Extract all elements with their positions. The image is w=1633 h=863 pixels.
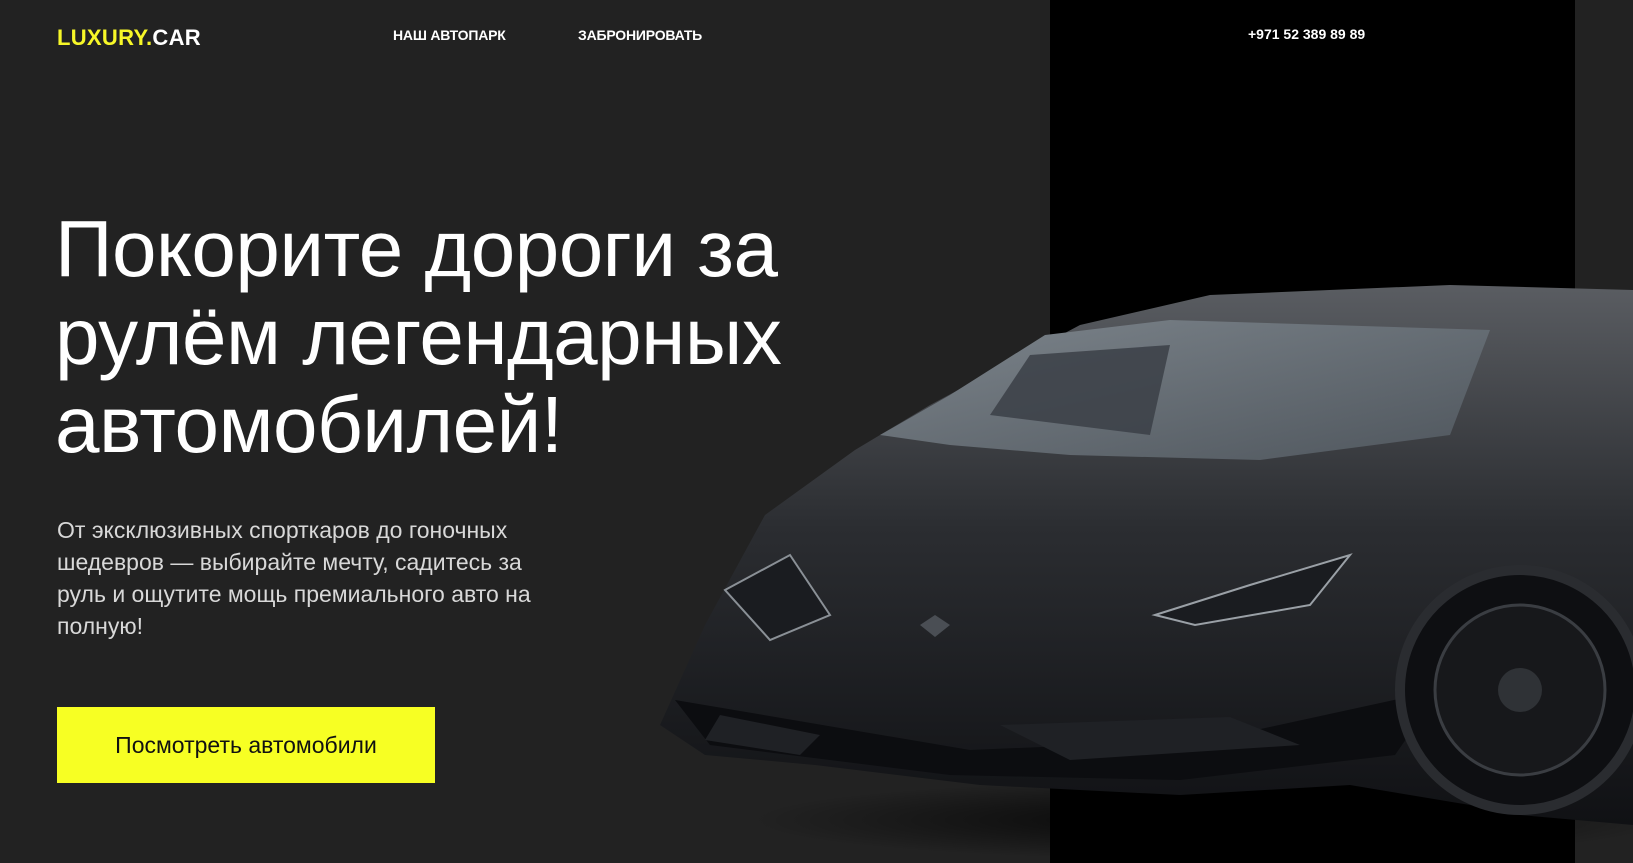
site-logo[interactable]: LUXURY.CAR — [57, 25, 201, 51]
hero-car-image — [660, 285, 1633, 860]
nav-link-fleet[interactable]: НАШ АВТОПАРК — [393, 27, 506, 43]
site-header: LUXURY.CAR НАШ АВТОПАРК ЗАБРОНИРОВАТЬ +9… — [0, 0, 1633, 75]
logo-brand: LUXURY. — [57, 25, 153, 50]
hero-subtitle: От эксклюзивных спорткаров до гоночных ш… — [57, 517, 531, 639]
phone-link[interactable]: +971 52 389 89 89 — [1248, 26, 1365, 42]
logo-tld: CAR — [152, 25, 201, 50]
nav-link-book[interactable]: ЗАБРОНИРОВАТЬ — [578, 27, 702, 43]
landing-page: LUXURY.CAR НАШ АВТОПАРК ЗАБРОНИРОВАТЬ +9… — [0, 0, 1633, 863]
view-cars-button[interactable]: Посмотреть автомобили — [57, 707, 435, 783]
